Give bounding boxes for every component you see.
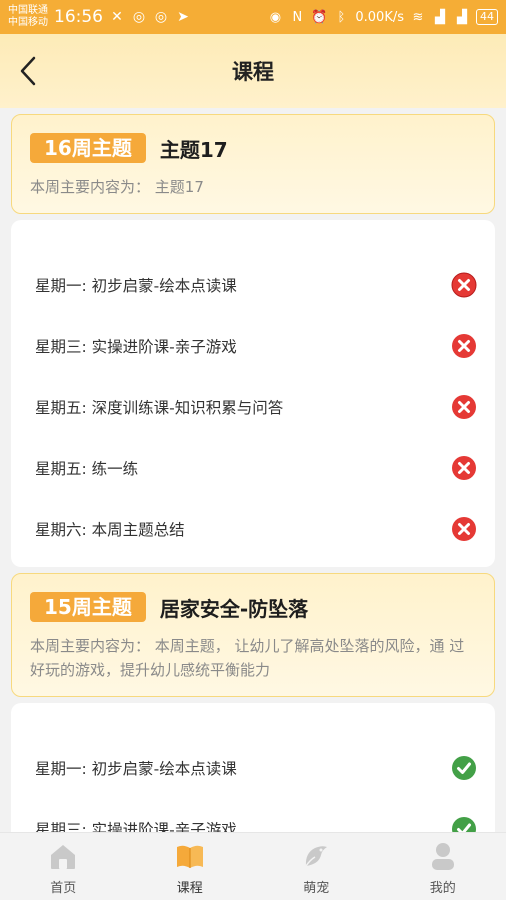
- lesson-item[interactable]: 星期三: 实操进阶课-亲子游戏: [11, 798, 495, 832]
- incomplete-x-icon: [452, 394, 476, 419]
- eye-icon: ◉: [269, 9, 282, 25]
- pet-icon: [305, 846, 328, 867]
- page-title: 课程: [232, 60, 274, 84]
- alarm-icon: ⏰: [311, 9, 328, 25]
- signal-icon: ▟: [435, 9, 445, 25]
- profile-icon: [431, 843, 454, 870]
- carrier-2: 中国移动: [8, 17, 48, 28]
- lesson-item[interactable]: 星期五: 深度训练课-知识积累与问答: [11, 376, 495, 437]
- back-arrow-icon[interactable]: [14, 54, 44, 88]
- lesson-title: 星期三: 实操进阶课-亲子游戏: [35, 337, 237, 356]
- book-icon: [176, 845, 203, 868]
- week-theme-header: 15周主题 居家安全-防坠落 本周主要内容为： 本周主题， 让幼儿了解高处坠落的…: [11, 573, 495, 697]
- lesson-item[interactable]: 星期一: 初步启蒙-绘本点读课: [11, 254, 495, 315]
- nav-label: 我的: [429, 881, 456, 896]
- bluetooth-icon: ᛒ: [337, 9, 346, 25]
- lesson-item[interactable]: 星期三: 实操进阶课-亲子游戏: [11, 315, 495, 376]
- nav-home[interactable]: 首页: [0, 833, 127, 900]
- missed-call-icon: ✕: [111, 9, 123, 25]
- complete-check-icon: [452, 816, 476, 832]
- week-card: 15周主题 居家安全-防坠落 本周主要内容为： 本周主题， 让幼儿了解高处坠落的…: [11, 573, 495, 832]
- app-header: 课程: [0, 34, 506, 108]
- week-tag: 16周主题: [30, 133, 146, 163]
- nav-label: 课程: [176, 881, 203, 896]
- lesson-title: 星期五: 练一练: [35, 459, 139, 478]
- status-time: 16:56: [54, 7, 103, 27]
- theme-description: 本周主要内容为： 本周主题， 让幼儿了解高处坠落的风险，通 过好玩的游戏，提升幼…: [30, 637, 465, 679]
- week-tag: 15周主题: [30, 592, 146, 622]
- incomplete-x-icon: [452, 333, 476, 358]
- wechat-icon: ◎: [154, 9, 168, 25]
- lesson-title: 星期三: 实操进阶课-亲子游戏: [35, 820, 237, 833]
- status-bar: 中国联通 中国移动 16:56 ✕ ◎ ◎ ➤ ◉ N ⏰ ᛒ 0.00K/s …: [0, 0, 506, 34]
- incomplete-x-icon: [451, 272, 477, 297]
- nav-course[interactable]: 课程: [127, 833, 254, 900]
- lesson-title: 星期六: 本周主题总结: [35, 520, 185, 539]
- nav-label: 萌宠: [303, 881, 330, 896]
- lesson-item[interactable]: 星期六: 本周主题总结: [11, 498, 495, 559]
- nav-label: 首页: [50, 881, 77, 896]
- navigation-icon: ➤: [177, 9, 189, 25]
- lesson-item[interactable]: 星期五: 练一练: [11, 437, 495, 498]
- nav-pet[interactable]: 萌宠: [253, 833, 380, 900]
- theme-name: 居家安全-防坠落: [159, 596, 309, 621]
- carrier-info: 中国联通 中国移动: [8, 5, 48, 29]
- week-theme-header: 16周主题 主题17 本周主要内容为： 主题17: [11, 114, 495, 214]
- lesson-title: 星期一: 初步启蒙-绘本点读课: [35, 759, 237, 778]
- battery-indicator: 44: [476, 9, 498, 25]
- nav-profile[interactable]: 我的: [380, 833, 506, 900]
- bottom-nav: 首页 课程 萌宠 我的: [0, 832, 506, 900]
- network-speed: 0.00K/s: [355, 9, 404, 25]
- incomplete-x-icon: [452, 455, 476, 480]
- notification-icons: ✕ ◎ ◎ ➤: [109, 9, 191, 25]
- course-list[interactable]: 16周主题 主题17 本周主要内容为： 主题17 星期一: 初步启蒙-绘本点读课…: [0, 108, 506, 832]
- lesson-list: 星期一: 初步启蒙-绘本点读课 星期三: 实操进阶课-亲子游戏: [11, 703, 495, 832]
- lesson-title: 星期五: 深度训练课-知识积累与问答: [35, 398, 284, 417]
- nfc-icon: N: [292, 9, 303, 25]
- wifi-icon: ≋: [412, 9, 424, 25]
- home-icon: [51, 845, 76, 869]
- lesson-title: 星期一: 初步启蒙-绘本点读课: [35, 276, 237, 295]
- carrier-1: 中国联通: [8, 5, 48, 16]
- complete-check-icon: [452, 755, 476, 780]
- wechat-icon: ◎: [132, 9, 146, 25]
- lesson-list: 星期一: 初步启蒙-绘本点读课 星期三: 实操进阶课-亲子游戏 星期五: 深度训…: [11, 220, 495, 567]
- theme-name: 主题17: [159, 137, 228, 162]
- week-card: 16周主题 主题17 本周主要内容为： 主题17 星期一: 初步启蒙-绘本点读课…: [11, 114, 495, 567]
- incomplete-x-icon: [452, 516, 476, 541]
- lesson-item[interactable]: 星期一: 初步启蒙-绘本点读课: [11, 737, 495, 798]
- signal-icon: ▟: [457, 9, 467, 25]
- system-icons: ◉ N ⏰ ᛒ 0.00K/s ≋ ▟ ▟ 44: [267, 9, 498, 25]
- theme-description: 本周主要内容为： 主题17: [30, 178, 204, 196]
